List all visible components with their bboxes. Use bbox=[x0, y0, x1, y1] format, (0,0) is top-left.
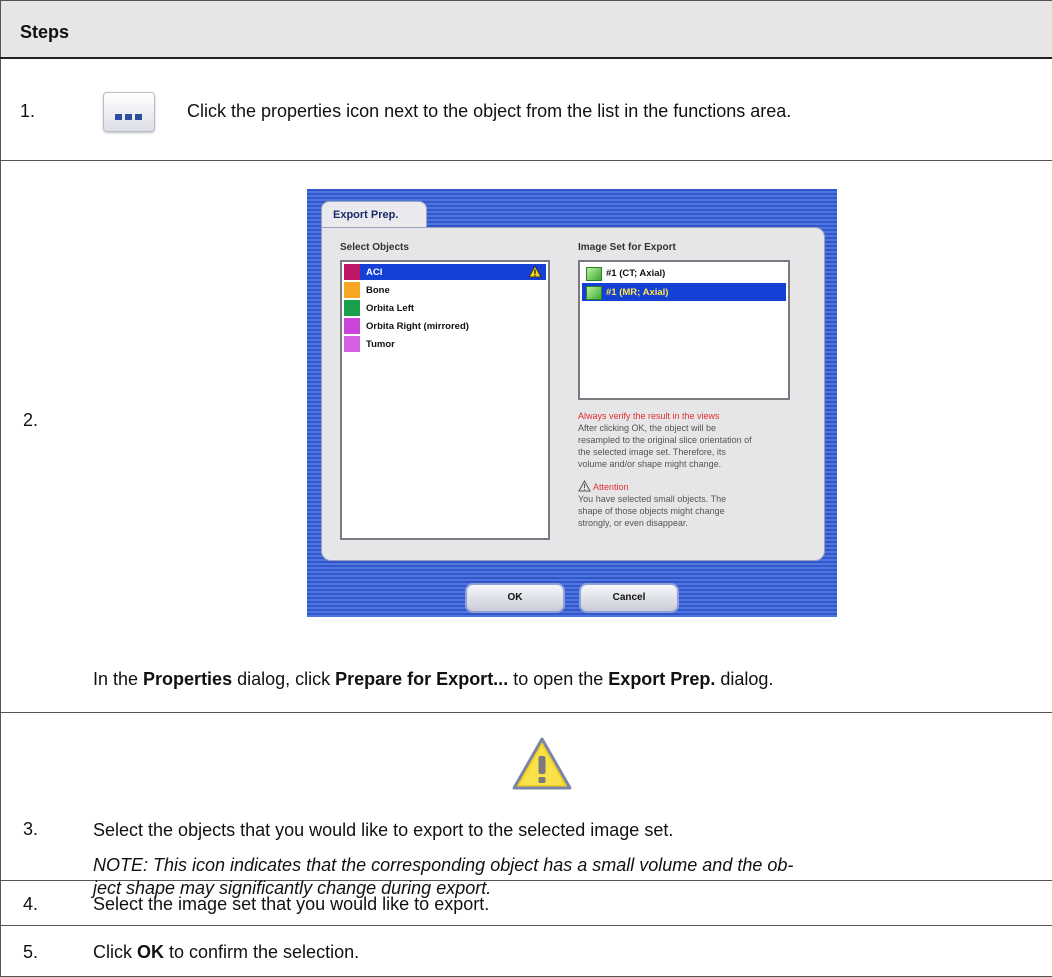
color-swatch bbox=[344, 300, 360, 316]
steps-header: Steps bbox=[1, 1, 1052, 43]
verify-line: After clicking OK, the object will be bbox=[578, 422, 798, 434]
image-set-ct[interactable]: #1 (CT; Axial) bbox=[582, 264, 786, 282]
image-set-icon bbox=[586, 286, 602, 300]
attention-line: strongly, or even disappear. bbox=[578, 517, 798, 529]
step-4-number: 4. bbox=[23, 894, 38, 915]
step-2-number: 2. bbox=[23, 410, 38, 431]
step-5-text-part: Click bbox=[93, 942, 137, 962]
list-item-label: Orbita Left bbox=[366, 303, 414, 314]
warning-icon bbox=[512, 737, 572, 791]
caption-bold: Properties bbox=[143, 669, 232, 689]
manual-page: Steps 1. Click the properties icon next … bbox=[0, 0, 1052, 976]
caption-text: dialog, click bbox=[232, 669, 335, 689]
caption-text: dialog. bbox=[715, 669, 773, 689]
image-set-item-label: #1 (MR; Axial) bbox=[606, 287, 668, 298]
attention-icon bbox=[578, 480, 591, 492]
step-1-text: Click the properties icon next to the ob… bbox=[187, 101, 791, 122]
image-set-icon bbox=[586, 267, 602, 281]
list-item-orbita-right[interactable]: Orbita Right (mirrored) bbox=[344, 318, 546, 334]
caption-text: to open the bbox=[508, 669, 608, 689]
step-5-number: 5. bbox=[23, 942, 38, 963]
attention-line: shape of those objects might change bbox=[578, 505, 798, 517]
verify-info: Always verify the result in the views Af… bbox=[578, 410, 798, 470]
image-set-item-label: #1 (CT; Axial) bbox=[606, 268, 665, 279]
list-item-label: Bone bbox=[366, 285, 390, 296]
color-swatch bbox=[344, 264, 360, 280]
select-objects-label: Select Objects bbox=[340, 242, 409, 253]
export-prep-dialog-screenshot: Export Prep. Select Objects ACI Bone bbox=[307, 189, 837, 617]
cancel-button[interactable]: Cancel bbox=[579, 583, 679, 613]
objects-list[interactable]: ACI Bone Orbita Left Orbita Right (mirro… bbox=[340, 260, 550, 540]
list-item-tumor[interactable]: Tumor bbox=[344, 336, 546, 352]
list-item-label: Tumor bbox=[366, 339, 395, 350]
caption-bold: Prepare for Export... bbox=[335, 669, 508, 689]
caption-bold: Export Prep. bbox=[608, 669, 715, 689]
step-1-number: 1. bbox=[20, 101, 35, 122]
color-swatch bbox=[344, 336, 360, 352]
verify-title: Always verify the result in the views bbox=[578, 410, 798, 422]
attention-line: You have selected small objects. The bbox=[578, 493, 798, 505]
caption-text: In the bbox=[93, 669, 143, 689]
image-set-label: Image Set for Export bbox=[578, 242, 676, 253]
step-3-number: 3. bbox=[23, 819, 38, 840]
note-line: NOTE: This icon indicates that the corre… bbox=[93, 854, 1013, 877]
tab-label: Export Prep. bbox=[333, 209, 398, 221]
list-item-label: Orbita Right (mirrored) bbox=[366, 321, 469, 332]
steps-table: Steps 1. Click the properties icon next … bbox=[0, 0, 1052, 977]
step-1-row: 1. Click the properties icon next to the… bbox=[1, 58, 1052, 161]
step-4-text: Select the image set that you would like… bbox=[93, 894, 489, 915]
step-5-row: 5. Click OK to confirm the selection. bbox=[1, 926, 1052, 977]
step-5-text: Click OK to confirm the selection. bbox=[93, 942, 359, 963]
step-5-text-part: to confirm the selection. bbox=[164, 942, 359, 962]
dialog-panel: Select Objects ACI Bone Orbita Left bbox=[321, 227, 825, 561]
list-item-aci[interactable]: ACI bbox=[344, 264, 546, 280]
attention-info: Attention You have selected small object… bbox=[578, 480, 798, 529]
image-set-list[interactable]: #1 (CT; Axial) #1 (MR; Axial) bbox=[578, 260, 790, 400]
steps-header-cell: Steps bbox=[1, 1, 1052, 59]
step-3-row: 3. Select the objects that you would lik… bbox=[1, 713, 1052, 881]
step-3-text: Select the objects that you would like t… bbox=[93, 820, 673, 841]
attention-title: Attention bbox=[593, 482, 629, 492]
verify-line: volume and/or shape might change. bbox=[578, 458, 798, 470]
ok-button[interactable]: OK bbox=[465, 583, 565, 613]
color-swatch bbox=[344, 318, 360, 334]
verify-line: resampled to the original slice orientat… bbox=[578, 434, 798, 446]
list-item-orbita-left[interactable]: Orbita Left bbox=[344, 300, 546, 316]
step-5-bold: OK bbox=[137, 942, 164, 962]
warning-icon bbox=[528, 265, 542, 278]
verify-line: the selected image set. Therefore, its bbox=[578, 446, 798, 458]
step-2-caption: In the Properties dialog, click Prepare … bbox=[93, 669, 773, 690]
color-swatch bbox=[344, 282, 360, 298]
properties-icon bbox=[103, 92, 155, 132]
list-item-label: ACI bbox=[366, 267, 382, 278]
step-2-row: 2. Export Prep. Select Objects ACI Bone bbox=[1, 161, 1052, 713]
attention-heading: Attention bbox=[578, 480, 798, 493]
image-set-mr[interactable]: #1 (MR; Axial) bbox=[582, 283, 786, 301]
tab-export-prep[interactable]: Export Prep. bbox=[321, 201, 427, 228]
list-item-bone[interactable]: Bone bbox=[344, 282, 546, 298]
